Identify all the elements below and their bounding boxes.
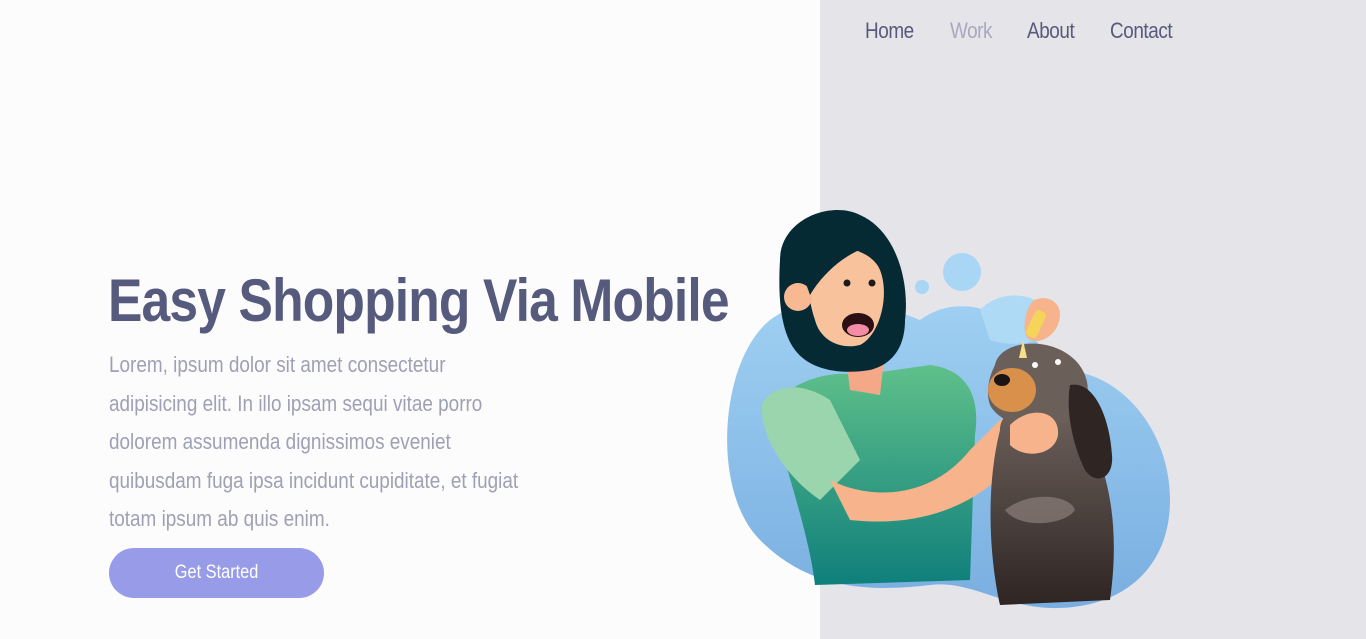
get-started-label: Get Started	[174, 562, 259, 583]
woman-with-dog-illustration	[727, 210, 1170, 609]
get-started-button[interactable]: Get Started	[109, 548, 324, 598]
nav-contact[interactable]: Contact	[1110, 18, 1173, 44]
hero-description: Lorem, ipsum dolor sit amet consectetur …	[109, 352, 519, 531]
nav-about[interactable]: About	[1027, 18, 1075, 44]
nav-work[interactable]: Work	[950, 18, 993, 44]
main-nav: Home Work About Contact	[865, 18, 1174, 44]
hero-title: Easy Shopping Via Mobile	[108, 267, 730, 334]
nav-home[interactable]: Home	[865, 18, 914, 44]
